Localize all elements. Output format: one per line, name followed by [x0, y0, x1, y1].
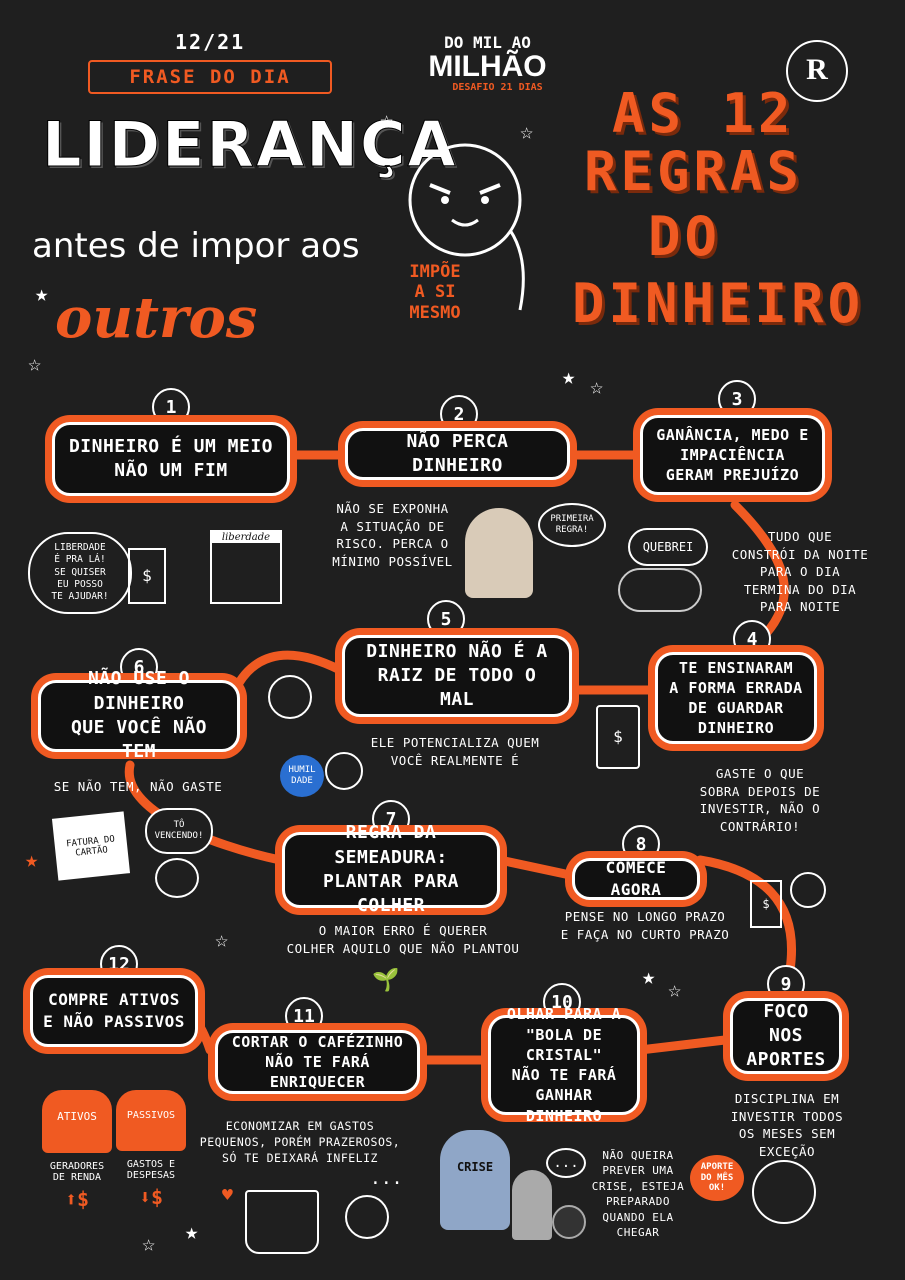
leader-face-drawing: [408, 143, 525, 311]
note-rule-6: SE NÃO TEM, NÃO GASTE: [53, 779, 223, 794]
fatura-drawing: FATURA DO CARTÃO: [51, 811, 131, 881]
title-line1: AS 12: [612, 82, 795, 145]
title-line2: REGRAS: [584, 140, 804, 203]
rule-number-5: 5: [427, 600, 465, 638]
note-rule-3: TUDO QUE CONSTRÓI DA NOITE PARA O DIA TE…: [731, 529, 869, 614]
passivos-label: PASSIVOS: [116, 1090, 186, 1151]
star-icon: ★: [185, 1220, 199, 1245]
vencendo-bubble: TÔ VENCENDO!: [145, 808, 213, 854]
star-icon: ☆: [668, 978, 682, 1003]
star-icon: ☆: [380, 108, 394, 133]
note-rule-7: O MAIOR ERRO É QUERER COLHER AQUILO QUE …: [286, 923, 520, 956]
brand-main: MILHÃO: [428, 50, 547, 83]
primo-rico-logo: R: [786, 40, 848, 102]
sprout-icon: 🌱: [372, 968, 400, 993]
star-icon: ☆: [520, 120, 534, 145]
liberdade-door: liberdade: [210, 530, 282, 604]
rule-box-1: DINHEIRO É UM MEIO NÃO UM FIM: [52, 422, 290, 496]
rule-number-1: 1: [152, 388, 190, 426]
frase-banner-label: FRASE DO DIA: [129, 66, 291, 88]
aporte-bubble: APORTE DO MÊS OK!: [690, 1155, 744, 1201]
rule-box-9: FOCO NOS APORTES: [730, 998, 842, 1074]
star-icon: ☆: [142, 1232, 156, 1257]
liberdade-sign: liberdade: [212, 532, 280, 543]
note-rule-5: ELE POTENCIALIZA QUEM VOCÊ REALMENTE É: [370, 735, 540, 768]
rule-number-3: 3: [718, 380, 756, 418]
quote-line2: antes de impor aos: [32, 226, 360, 266]
crise-figure: CRISE: [440, 1130, 510, 1230]
crystal-ball-drawing: [552, 1205, 586, 1239]
rule-box-6: NÃO USE O DINHEIRO QUE VOCÊ NÃO TEM: [38, 668, 240, 762]
rule-box-3: GANÂNCIA, MEDO E IMPACIÊNCIA GERAM PREJU…: [640, 415, 825, 495]
note-rule-4: GASTE O QUE SOBRA DEPOIS DE INVESTIR, NÃ…: [699, 766, 821, 834]
liberdade-bubble: LIBERDADE É PRA LÁ! SE QUISER EU POSSO T…: [28, 532, 132, 614]
ativos-sign: ⬆$: [64, 1187, 90, 1211]
rule-box-2: NÃO PERCA DINHEIRO: [345, 428, 570, 480]
star-icon: ★: [35, 282, 49, 307]
rule-box-10: OLHAR PARA A "BOLA DE CRISTAL" NÃO TE FA…: [488, 1005, 640, 1125]
glasses-figure-drawing: [752, 1160, 816, 1224]
star-icon: ☆: [215, 928, 229, 953]
rule-box-4: TE ENSINARAM A FORMA ERRADA DE GUARDAR D…: [655, 652, 817, 744]
warren-buffett-portrait: [465, 508, 533, 598]
ellipsis-text: ...: [370, 1168, 403, 1189]
logo-letter: R: [806, 53, 828, 86]
dots-bubble: ...: [546, 1148, 586, 1178]
rule-box-11: CORTAR O CAFÉZINHO NÃO TE FARÁ ENRIQUECE…: [215, 1030, 420, 1094]
note-rule-2: NÃO SE EXPONHA A SITUAÇÃO DE RISCO. PERC…: [332, 501, 453, 569]
crise-label: CRISE: [456, 1160, 494, 1174]
passivos-figure: PASSIVOS GASTOS E DESPESAS ⬇$: [116, 1090, 186, 1209]
star-icon: ☆: [28, 352, 42, 377]
note-rule-10: NÃO QUEIRA PREVER UMA CRISE, ESTEJA PREP…: [591, 1149, 685, 1239]
note-rule-8: PENSE NO LONGO PRAZO E FAÇA NO CURTO PRA…: [560, 909, 730, 942]
coffee-mug-drawing: [245, 1190, 319, 1254]
note-rule-11: ECONOMIZAR EM GASTOS PEQUENOS, PORÉM PRA…: [199, 1119, 401, 1166]
humildade-bubble: HUMIL DADE: [280, 755, 324, 797]
rule-box-7: REGRA DA SEMEADURA: PLANTAR PARA COLHER: [282, 822, 500, 916]
star-icon: ★: [25, 848, 39, 873]
crying-figure-drawing: [155, 858, 199, 898]
title-line4: DINHEIRO: [572, 272, 865, 335]
rule-box-5: DINHEIRO NÃO É A RAIZ DE TODO O MAL: [342, 635, 572, 717]
ativos-label: ATIVOS: [42, 1090, 112, 1153]
humble-figure-drawing: [325, 752, 363, 790]
money-bill-drawing: $: [128, 548, 166, 604]
brand-sub: DESAFIO 21 DIAS: [452, 82, 543, 93]
phone-figure-drawing: $: [596, 705, 640, 769]
brand-block: DO MIL AO MILHÃO DESAFIO 21 DIAS: [405, 33, 570, 93]
passivos-desc: GASTOS E DESPESAS: [126, 1159, 176, 1181]
ativos-desc: GERADORES DE RENDA: [49, 1161, 105, 1183]
ativos-figure: ATIVOS GERADORES DE RENDA ⬆$: [42, 1090, 112, 1211]
star-icon: ☆: [590, 375, 604, 400]
passivos-sign: ⬇$: [138, 1185, 164, 1209]
star-icon: ★: [562, 365, 576, 390]
rule-box-12: COMPRE ATIVOS E NÃO PASSIVOS: [30, 975, 198, 1047]
heart-icon: ♥: [222, 1185, 233, 1206]
rule-box-8: COMECE AGORA: [572, 858, 700, 900]
frase-banner: FRASE DO DIA: [88, 60, 332, 94]
dancing-figure-drawing: [268, 675, 312, 719]
runner-figure-drawing: [790, 872, 826, 908]
broken-figure-drawing: [618, 568, 702, 612]
money-runner-drawing: $: [750, 880, 782, 928]
quote-line3: outros: [55, 285, 258, 351]
star-icon: ★: [642, 965, 656, 990]
date-label: 12/21: [175, 30, 246, 54]
sad-figure-drawing: [345, 1195, 389, 1239]
note-rule-9: DISCIPLINA EM INVESTIR TODOS OS MESES SE…: [730, 1091, 844, 1159]
title-line3: DO: [648, 205, 722, 268]
quebrei-bubble: QUEBREI: [628, 528, 708, 566]
primeira-regra-bubble: PRIMEIRA REGRA!: [538, 503, 606, 547]
fortune-teller-drawing: [512, 1170, 552, 1240]
